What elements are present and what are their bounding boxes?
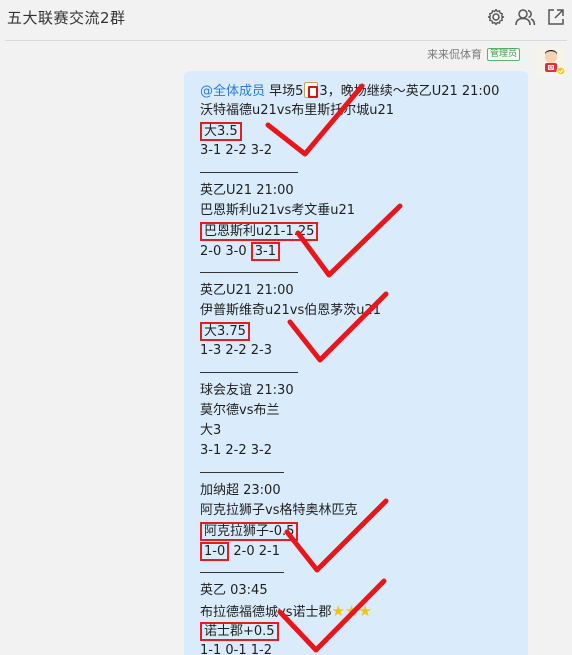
match-3-pick-box: 大3.75	[200, 322, 250, 341]
sender-avatar[interactable]: 中	[536, 46, 566, 76]
avatar-image: 中	[536, 46, 566, 76]
match-2-league: 英乙U21 21:00	[200, 183, 294, 198]
match-6-teams: 布拉德福德城vs诺士郡★★★	[200, 602, 372, 622]
match-1-teams: 沃特福德u21vs布里斯托尔城u21	[200, 103, 395, 118]
match-4-pick: 大3	[200, 423, 222, 438]
sender-name[interactable]: 来来侃体育	[427, 46, 482, 62]
match-1-pick: 大3.5	[200, 122, 242, 141]
separator-line	[200, 372, 298, 373]
group-title: 五大联赛交流2群	[7, 9, 126, 27]
match-6-pick: 诺士郡+0.5	[200, 622, 279, 641]
match-2-scores-text: 2-0 3-0	[200, 244, 251, 259]
match-2-scores: 2-0 3-0 3-1	[200, 242, 280, 261]
separator-line	[200, 172, 298, 173]
intro-text-after: 3，晚场继续～英乙U21 21:00	[319, 84, 500, 99]
svg-text:中: 中	[548, 65, 553, 72]
match-3-league: 英乙U21 21:00	[200, 283, 294, 298]
popout-icon[interactable]	[546, 7, 566, 27]
match-5-league: 加纳超 23:00	[200, 483, 281, 498]
match-2-teams: 巴恩斯利u21vs考文垂u21	[200, 203, 356, 218]
separator-line	[200, 272, 298, 273]
match-5-teams: 阿克拉狮子vs格特奥林匹克	[200, 503, 358, 518]
match-6-pick-box: 诺士郡+0.5	[200, 622, 279, 641]
intro-text: 早场5	[265, 84, 304, 99]
match-3-scores: 1-3 2-2 2-3	[200, 343, 272, 358]
match-4-teams: 莫尔德vs布兰	[200, 403, 280, 418]
gear-icon[interactable]	[486, 7, 506, 27]
match-5-pick-box: 阿克拉狮子-0.5	[200, 522, 299, 541]
match-3-teams: 伊普斯维奇u21vs伯恩茅茨u21	[200, 303, 382, 318]
group-members-icon[interactable]	[514, 7, 536, 27]
match-6-league: 英乙 03:45	[200, 583, 268, 598]
match-2-score-box: 3-1	[250, 242, 280, 261]
match-6-scores: 1-1 0-1 1-2	[200, 643, 272, 655]
match-3-pick: 大3.75	[200, 322, 250, 341]
separator-line	[200, 472, 284, 473]
match-2-pick: 巴恩斯利u21-1.25	[200, 222, 319, 241]
match-5-scores-text: 2-0 2-1	[229, 544, 280, 559]
match-5-pick: 阿克拉狮子-0.5	[200, 522, 299, 541]
match-5-scores: 1-0 2-0 2-1	[200, 542, 280, 561]
message-bubble[interactable]: @全体成员 早场5 3，晚场继续～英乙U21 21:00 沃特福德u21vs布里斯…	[184, 71, 528, 655]
mahjong-red-dragon-icon	[304, 82, 319, 98]
chat-header: 五大联赛交流2群	[0, 0, 572, 40]
match-1-scores: 3-1 2-2 3-2	[200, 143, 272, 158]
match-2-pick-box: 巴恩斯利u21-1.25	[200, 222, 319, 241]
star-rating-icon: ★★★	[331, 602, 372, 620]
sender-info: 来来侃体育 管理员	[427, 46, 520, 62]
match-4-league: 球会友谊 21:30	[200, 383, 294, 398]
match-1-pick-box: 大3.5	[200, 122, 242, 141]
mention-all[interactable]: @全体成员	[200, 84, 265, 99]
message-intro: @全体成员 早场5 3，晚场继续～英乙U21 21:00	[200, 82, 499, 101]
match-4-scores: 3-1 2-2 3-2	[200, 443, 272, 458]
header-divider	[5, 40, 567, 41]
match-6-teams-text: 布拉德福德城vs诺士郡	[200, 605, 332, 620]
separator-line	[200, 572, 284, 573]
match-5-score-box: 1-0	[200, 542, 230, 561]
admin-badge: 管理员	[486, 47, 520, 61]
